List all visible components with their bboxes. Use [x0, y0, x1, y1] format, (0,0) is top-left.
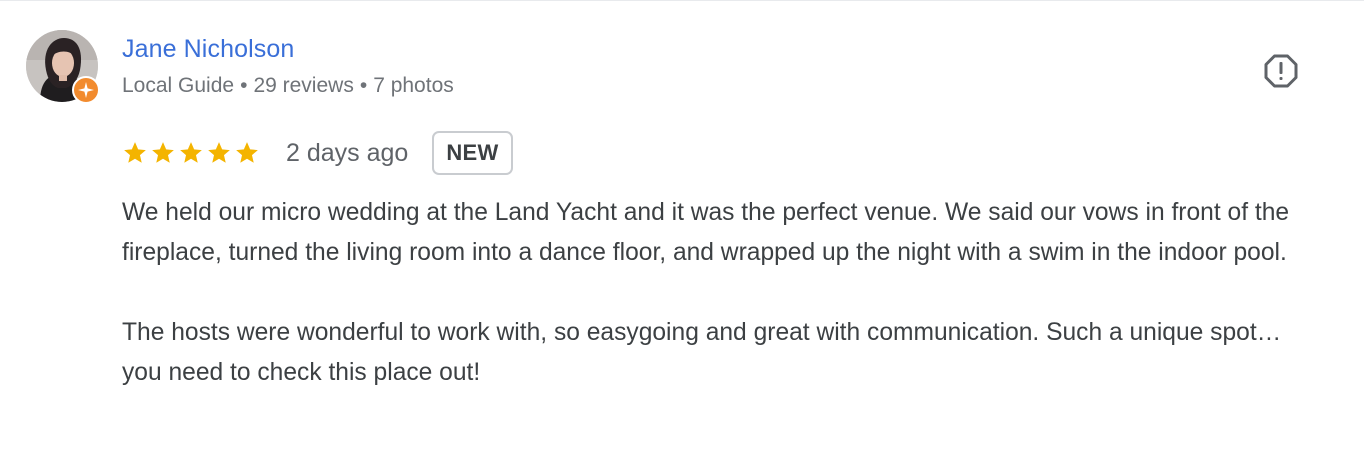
author-avatar-link[interactable]	[26, 30, 100, 104]
author-name[interactable]: Jane Nicholson	[122, 33, 294, 65]
review-date: 2 days ago	[286, 139, 409, 167]
meta-separator: •	[240, 74, 248, 97]
meta-separator: •	[359, 74, 368, 97]
star-rating	[122, 140, 260, 166]
review-text: We held our micro wedding at the Land Ya…	[122, 193, 1322, 393]
author-review-count: 29 reviews	[253, 74, 354, 97]
report-flag-icon	[1264, 54, 1298, 88]
report-review-button[interactable]	[1262, 52, 1300, 90]
author-photo-count: 7 photos	[373, 74, 454, 97]
divider	[0, 0, 1364, 1]
star-icon	[236, 142, 258, 163]
star-icon	[208, 142, 230, 163]
review-paragraph: We held our micro wedding at the Land Ya…	[122, 199, 1290, 266]
new-badge: NEW	[432, 131, 513, 175]
review-card: Jane Nicholson Local Guide • 29 reviews • 7 …	[0, 0, 1364, 454]
star-icon	[180, 142, 202, 163]
author-role: Local Guide	[122, 74, 235, 97]
author-meta: Local Guide • 29 reviews • 7 photos	[122, 72, 454, 100]
star-icon	[124, 142, 146, 163]
rating-row: 2 days ago NEW	[122, 130, 513, 176]
local-guide-badge-icon	[72, 76, 100, 104]
star-icon	[152, 142, 174, 163]
review-paragraph: The hosts were wonderful to work with, s…	[122, 319, 1282, 386]
